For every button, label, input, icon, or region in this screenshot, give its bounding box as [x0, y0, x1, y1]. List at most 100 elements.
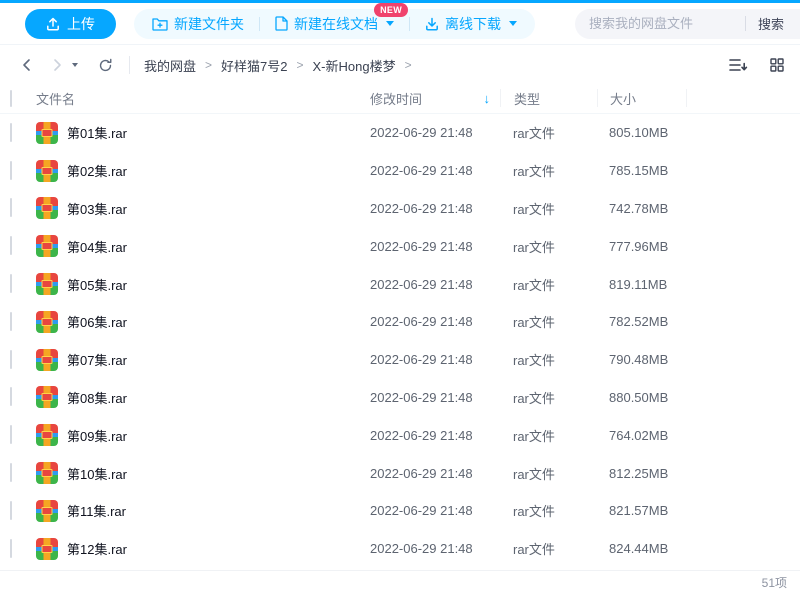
upload-button[interactable]: 上传: [25, 9, 116, 39]
file-size: 824.44MB: [597, 541, 686, 556]
file-size: 821.57MB: [597, 503, 686, 518]
new-online-doc-button[interactable]: 新建在线文档 NEW: [273, 14, 396, 34]
select-all-checkbox[interactable]: [10, 90, 12, 107]
refresh-button[interactable]: [96, 56, 115, 75]
list-view-sort-icon[interactable]: [727, 56, 750, 74]
file-modified-time: 2022-06-29 21:48: [370, 541, 500, 556]
file-type: rar文件: [500, 161, 597, 180]
row-checkbox[interactable]: [10, 501, 12, 520]
file-type: rar文件: [500, 426, 597, 445]
row-checkbox[interactable]: [10, 425, 12, 444]
new-folder-label: 新建文件夹: [174, 14, 244, 34]
view-switcher: [727, 56, 786, 74]
table-row[interactable]: 第03集.rar 2022-06-29 21:48 rar文件 742.78MB: [0, 190, 800, 228]
row-checkbox[interactable]: [10, 198, 12, 217]
table-row[interactable]: 第05集.rar 2022-06-29 21:48 rar文件 819.11MB: [0, 265, 800, 303]
row-checkbox[interactable]: [10, 236, 12, 255]
table-row[interactable]: 第09集.rar 2022-06-29 21:48 rar文件 764.02MB: [0, 416, 800, 454]
file-name[interactable]: 第02集.rar: [67, 161, 127, 180]
column-header-size[interactable]: 大小: [597, 89, 686, 107]
file-size: 777.96MB: [597, 239, 686, 254]
footer: 51项: [0, 570, 800, 591]
row-checkbox[interactable]: [10, 274, 12, 293]
history-dropdown-button[interactable]: [66, 61, 84, 69]
table-row[interactable]: 第08集.rar 2022-06-29 21:48 rar文件 880.50MB: [0, 379, 800, 417]
file-modified-time: 2022-06-29 21:48: [370, 314, 500, 329]
new-doc-icon: [275, 16, 288, 31]
rar-file-icon: [36, 462, 58, 484]
file-name[interactable]: 第11集.rar: [67, 501, 126, 520]
table-row[interactable]: 第11集.rar 2022-06-29 21:48 rar文件 821.57MB: [0, 492, 800, 530]
table-row[interactable]: 第04集.rar 2022-06-29 21:48 rar文件 777.96MB: [0, 227, 800, 265]
column-header-name[interactable]: 文件名: [36, 89, 370, 108]
nav-divider: [129, 56, 130, 74]
file-size: 742.78MB: [597, 201, 686, 216]
search-input[interactable]: [589, 16, 739, 31]
file-name[interactable]: 第08集.rar: [67, 388, 127, 407]
row-checkbox[interactable]: [10, 350, 12, 369]
breadcrumb-separator: >: [405, 58, 412, 72]
row-checkbox[interactable]: [10, 463, 12, 482]
new-online-doc-label: 新建在线文档: [294, 14, 378, 34]
row-checkbox[interactable]: [10, 539, 12, 558]
caret-down-icon: [72, 63, 78, 67]
file-name[interactable]: 第03集.rar: [67, 199, 127, 218]
download-icon: [425, 17, 439, 31]
row-checkbox[interactable]: [10, 123, 12, 142]
file-size: 880.50MB: [597, 390, 686, 405]
rar-file-icon: [36, 349, 58, 371]
row-checkbox[interactable]: [10, 312, 12, 331]
sort-descending-icon[interactable]: ↓: [484, 91, 491, 106]
rar-file-icon: [36, 311, 58, 333]
grid-view-icon[interactable]: [768, 56, 786, 74]
breadcrumb-item[interactable]: X-新Hong楼梦: [313, 56, 396, 75]
table-row[interactable]: 第01集.rar 2022-06-29 21:48 rar文件 805.10MB: [0, 114, 800, 152]
file-size: 782.52MB: [597, 314, 686, 329]
file-name[interactable]: 第01集.rar: [67, 123, 127, 142]
forward-button[interactable]: [48, 56, 66, 74]
table-row[interactable]: 第10集.rar 2022-06-29 21:48 rar文件 812.25MB: [0, 454, 800, 492]
breadcrumb-item[interactable]: 我的网盘: [144, 56, 196, 75]
file-name[interactable]: 第05集.rar: [67, 275, 127, 294]
column-header-type[interactable]: 类型: [500, 89, 597, 107]
search-box: 搜索: [575, 9, 800, 39]
back-button[interactable]: [18, 56, 36, 74]
row-checkbox[interactable]: [10, 387, 12, 406]
file-type: rar文件: [500, 501, 597, 520]
file-name[interactable]: 第04集.rar: [67, 237, 127, 256]
file-size: 790.48MB: [597, 352, 686, 367]
row-checkbox[interactable]: [10, 161, 12, 180]
table-row[interactable]: 第06集.rar 2022-06-29 21:48 rar文件 782.52MB: [0, 303, 800, 341]
file-modified-time: 2022-06-29 21:48: [370, 466, 500, 481]
file-type: rar文件: [500, 464, 597, 483]
offline-download-button[interactable]: 离线下载: [423, 14, 519, 34]
file-name[interactable]: 第12集.rar: [67, 539, 127, 558]
file-name[interactable]: 第06集.rar: [67, 312, 127, 331]
rar-file-icon: [36, 538, 58, 560]
file-modified-time: 2022-06-29 21:48: [370, 201, 500, 216]
cloud-drive-page: 上传 新建文件夹 新建在线: [0, 0, 800, 591]
file-name[interactable]: 第10集.rar: [67, 464, 127, 483]
file-type: rar文件: [500, 275, 597, 294]
breadcrumb-item[interactable]: 好样猫7号2: [221, 56, 287, 75]
table-row[interactable]: 第02集.rar 2022-06-29 21:48 rar文件 785.15MB: [0, 152, 800, 190]
file-name[interactable]: 第09集.rar: [67, 426, 127, 445]
file-size: 819.11MB: [597, 277, 686, 292]
rar-file-icon: [36, 273, 58, 295]
column-header-modified[interactable]: 修改时间 ↓: [370, 89, 500, 108]
table-row[interactable]: 第12集.rar 2022-06-29 21:48 rar文件 824.44MB: [0, 530, 800, 568]
rar-file-icon: [36, 500, 58, 522]
new-folder-button[interactable]: 新建文件夹: [150, 14, 246, 34]
search-button[interactable]: 搜索: [758, 14, 784, 33]
file-size: 805.10MB: [597, 125, 686, 140]
file-size: 764.02MB: [597, 428, 686, 443]
rar-file-icon: [36, 197, 58, 219]
file-name[interactable]: 第07集.rar: [67, 350, 127, 369]
file-modified-time: 2022-06-29 21:48: [370, 352, 500, 367]
rar-file-icon: [36, 122, 58, 144]
file-modified-time: 2022-06-29 21:48: [370, 239, 500, 254]
breadcrumb-separator: >: [297, 58, 304, 72]
table-header-wrap: 文件名 修改时间 ↓ 类型 大小: [0, 85, 800, 114]
file-modified-time: 2022-06-29 21:48: [370, 390, 500, 405]
table-row[interactable]: 第07集.rar 2022-06-29 21:48 rar文件 790.48MB: [0, 341, 800, 379]
